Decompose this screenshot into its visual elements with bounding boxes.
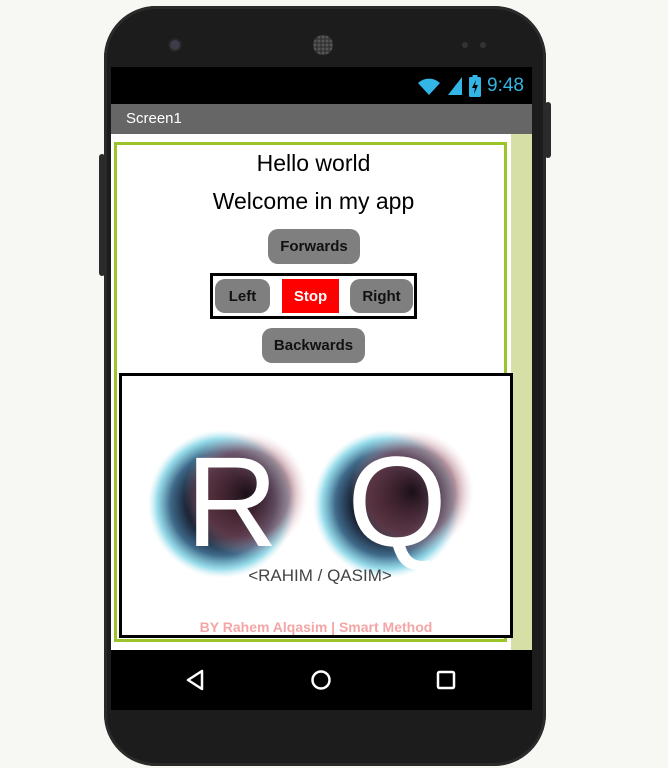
backwards-button[interactable]: Backwards xyxy=(262,328,365,363)
screen-content: Hello world Welcome in my app Forwards L… xyxy=(111,134,532,650)
stop-button[interactable]: Stop xyxy=(282,279,339,313)
battery-charging-icon xyxy=(469,75,482,97)
proximity-sensor xyxy=(462,42,468,48)
power-button xyxy=(545,102,551,158)
logo-letter-r: R xyxy=(186,431,278,574)
credit-text: BY Rahem Alqasim | Smart Method xyxy=(199,619,433,635)
home-icon xyxy=(311,670,331,690)
front-camera xyxy=(170,40,180,50)
scroll-area[interactable] xyxy=(511,134,532,650)
logo-letter-q: Q xyxy=(347,431,447,574)
status-bar: 9:48 xyxy=(111,67,532,104)
logo-caption: <RAHIM / QASIM> xyxy=(248,566,392,585)
light-sensor xyxy=(480,42,486,48)
right-button[interactable]: Right xyxy=(350,279,413,313)
recents-icon xyxy=(436,670,456,690)
recents-button[interactable] xyxy=(416,650,476,710)
hello-label: Hello world xyxy=(256,150,371,176)
signal-icon xyxy=(448,77,463,95)
back-button[interactable] xyxy=(166,650,226,710)
vertical-arrangement: Hello world Welcome in my app Forwards L… xyxy=(114,142,513,642)
logo-image-box: R Q <RAHIM / QASIM> BY Rahem Alqasim | S… xyxy=(119,373,513,638)
forwards-button[interactable]: Forwards xyxy=(268,229,360,264)
device-screen: 9:48 Screen1 Hello world Welcome in my a… xyxy=(111,67,532,650)
horizontal-arrangement: Left Stop Right xyxy=(210,273,417,319)
status-time: 9:48 xyxy=(487,75,524,96)
status-icons: 9:48 xyxy=(417,73,524,99)
left-button[interactable]: Left xyxy=(215,279,270,313)
wifi-icon xyxy=(418,78,441,95)
back-icon xyxy=(186,669,204,691)
rq-logo-image: R Q <RAHIM / QASIM> xyxy=(148,430,474,585)
earpiece-speaker xyxy=(313,35,333,55)
home-button[interactable] xyxy=(291,650,351,710)
screen-title: Screen1 xyxy=(111,104,532,134)
welcome-label: Welcome in my app xyxy=(212,188,415,214)
navigation-bar xyxy=(111,650,532,710)
volume-button xyxy=(99,154,105,276)
